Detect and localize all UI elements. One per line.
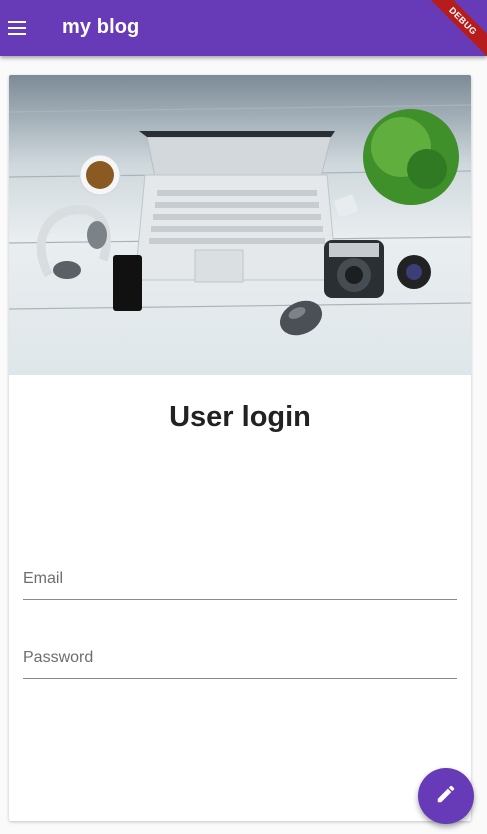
menu-button[interactable]: [0, 0, 36, 56]
debug-banner: DEBUG: [417, 0, 487, 56]
login-card: User login: [9, 75, 471, 821]
hero-image: [9, 75, 471, 375]
menu-icon: [8, 21, 28, 35]
email-field[interactable]: [23, 559, 457, 600]
app-title: my blog: [62, 16, 140, 38]
edit-fab-button[interactable]: [418, 768, 474, 824]
laptop-illustration: [134, 131, 338, 283]
page-title: User login: [169, 401, 311, 433]
app-bar: my blog DEBUG: [0, 0, 487, 56]
password-field[interactable]: [23, 638, 457, 679]
edit-pencil-icon: [435, 783, 457, 810]
